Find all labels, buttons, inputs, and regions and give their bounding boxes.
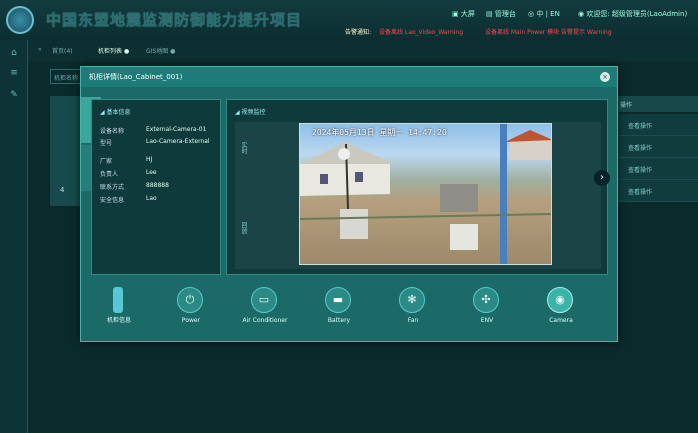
table-row[interactable]: 查看操作 (612, 136, 698, 158)
video-monitor-panel: ◢ 视频监控 实时 回放 2024年05月13日 星期一 14:47:20 (226, 99, 608, 275)
video-frame: 实时 回放 2024年05月13日 星期一 14:47:20 (235, 122, 601, 269)
live-label[interactable]: 实时 (239, 142, 248, 154)
camera-feed[interactable]: 2024年05月13日 星期一 14:47:20 (299, 123, 552, 265)
table-row[interactable]: 查看操作 (612, 180, 698, 202)
screen-link[interactable]: ▣ 大屏 (452, 9, 475, 19)
panel-title: ◢ 视频监控 (235, 109, 266, 116)
tool-icon[interactable]: ✎ (6, 90, 22, 104)
admin-link[interactable]: ▤ 管理台 (486, 9, 516, 19)
device-power[interactable]: ⏻ Power (163, 283, 219, 339)
playback-label[interactable]: 回放 (239, 222, 248, 234)
power-icon: ⏻ (177, 287, 203, 313)
close-icon[interactable]: × (600, 72, 610, 82)
alarm-label: 告警通知: (345, 29, 372, 36)
info-value: External-Camera-01 (146, 126, 207, 133)
background-table: 查看操作 查看操作 查看操作 查看操作 (612, 96, 698, 216)
info-value: Lao-Camera-External (146, 138, 210, 145)
background-row-panel: 4 (50, 96, 80, 206)
info-label: 设备名称 (100, 128, 125, 135)
modal-title: 机柜详情(Lao_Cabinet_001) (89, 73, 183, 81)
sidebar: ⌂ ≡ ✎ (0, 40, 28, 433)
air-conditioner-icon: ▭ (251, 287, 277, 313)
camera-scene (300, 124, 551, 264)
battery-icon: ▬ (325, 287, 351, 313)
info-value: HJ (146, 156, 153, 163)
info-value: 888888 (146, 182, 169, 189)
device-camera[interactable]: ◉ Camera (533, 283, 589, 339)
tab-home[interactable]: 首页(4) (52, 46, 73, 55)
admin-icon: ▤ (486, 10, 495, 18)
info-value: Lee (146, 169, 157, 176)
close-icon[interactable]: ● (170, 48, 175, 55)
device-cabinet-info[interactable]: 机柜信息 (91, 283, 147, 339)
alarm-message[interactable]: 设备离线 Lao_Video_Warning (379, 29, 463, 36)
timestamp-overlay: 2024年05月13日 星期一 14:47:20 (312, 128, 447, 137)
app-header: 中国东盟地震监测防御能力提升项目 ▣ 大屏 ▤ 管理台 ◎ 中 | EN ◉ 欢… (0, 0, 698, 40)
device-fan[interactable]: ✻ Fan (385, 283, 441, 339)
app-title: 中国东盟地震监测防御能力提升项目 (46, 11, 303, 29)
device-air-conditioner[interactable]: ▭ Air Conditioner (237, 283, 293, 339)
home-icon[interactable]: ⌂ (6, 48, 22, 62)
info-label: 负责人 (100, 171, 119, 178)
tab-collapse[interactable]: « (38, 46, 42, 53)
panel-title: ◢ 基本信息 (100, 109, 131, 116)
info-value: Lao (146, 195, 157, 202)
tab-cabinet-list[interactable]: 机柜列表 ● (98, 46, 129, 55)
table-row[interactable]: 查看操作 (612, 114, 698, 136)
table-row[interactable]: 查看操作 (612, 158, 698, 180)
modal-header: 机柜详情(Lao_Cabinet_001) × (81, 67, 617, 87)
tab-bar: « 首页(4) 机柜列表 ● GIS地图 ● (28, 40, 698, 62)
env-icon: ✣ (473, 287, 499, 313)
info-label: 厂家 (100, 158, 113, 165)
monitor-icon: ▣ (452, 10, 461, 18)
logo (6, 6, 34, 34)
user-menu[interactable]: ◉ 欢迎您: 超级管理员(LaoAdmin) (578, 9, 687, 19)
row-number: 4 (60, 186, 65, 194)
alarm-bar: 告警通知: 设备离线 Lao_Video_Warning 设备离线 Main P… (345, 27, 698, 37)
language-switch[interactable]: ◎ 中 | EN (528, 9, 560, 19)
device-battery[interactable]: ▬ Battery (311, 283, 367, 339)
info-label: 联系方式 (100, 184, 125, 191)
device-bar: 机柜信息 ⏻ Power ▭ Air Conditioner ▬ Battery… (91, 283, 607, 339)
alarm-message[interactable]: 设备离线 Main Power 模块 告警提示 Warning (485, 29, 612, 36)
info-label: 安全信息 (100, 197, 125, 204)
cabinet-icon (113, 287, 123, 313)
tab-gis-map[interactable]: GIS地图 ● (146, 46, 175, 55)
fan-icon: ✻ (399, 287, 425, 313)
chevron-right-icon[interactable]: › (594, 170, 610, 186)
info-label: 型号 (100, 140, 113, 147)
menu-icon[interactable]: ≡ (6, 68, 22, 82)
camera-icon: ◉ (547, 287, 573, 313)
cabinet-detail-modal: 机柜详情(Lao_Cabinet_001) × 设备监控 基础信息 ◢ 基本信息… (80, 66, 618, 342)
basic-info-panel: ◢ 基本信息 设备名称 External-Camera-01 型号 Lao-Ca… (91, 99, 221, 275)
close-icon[interactable]: ● (124, 48, 129, 55)
device-env[interactable]: ✣ ENV (459, 283, 515, 339)
